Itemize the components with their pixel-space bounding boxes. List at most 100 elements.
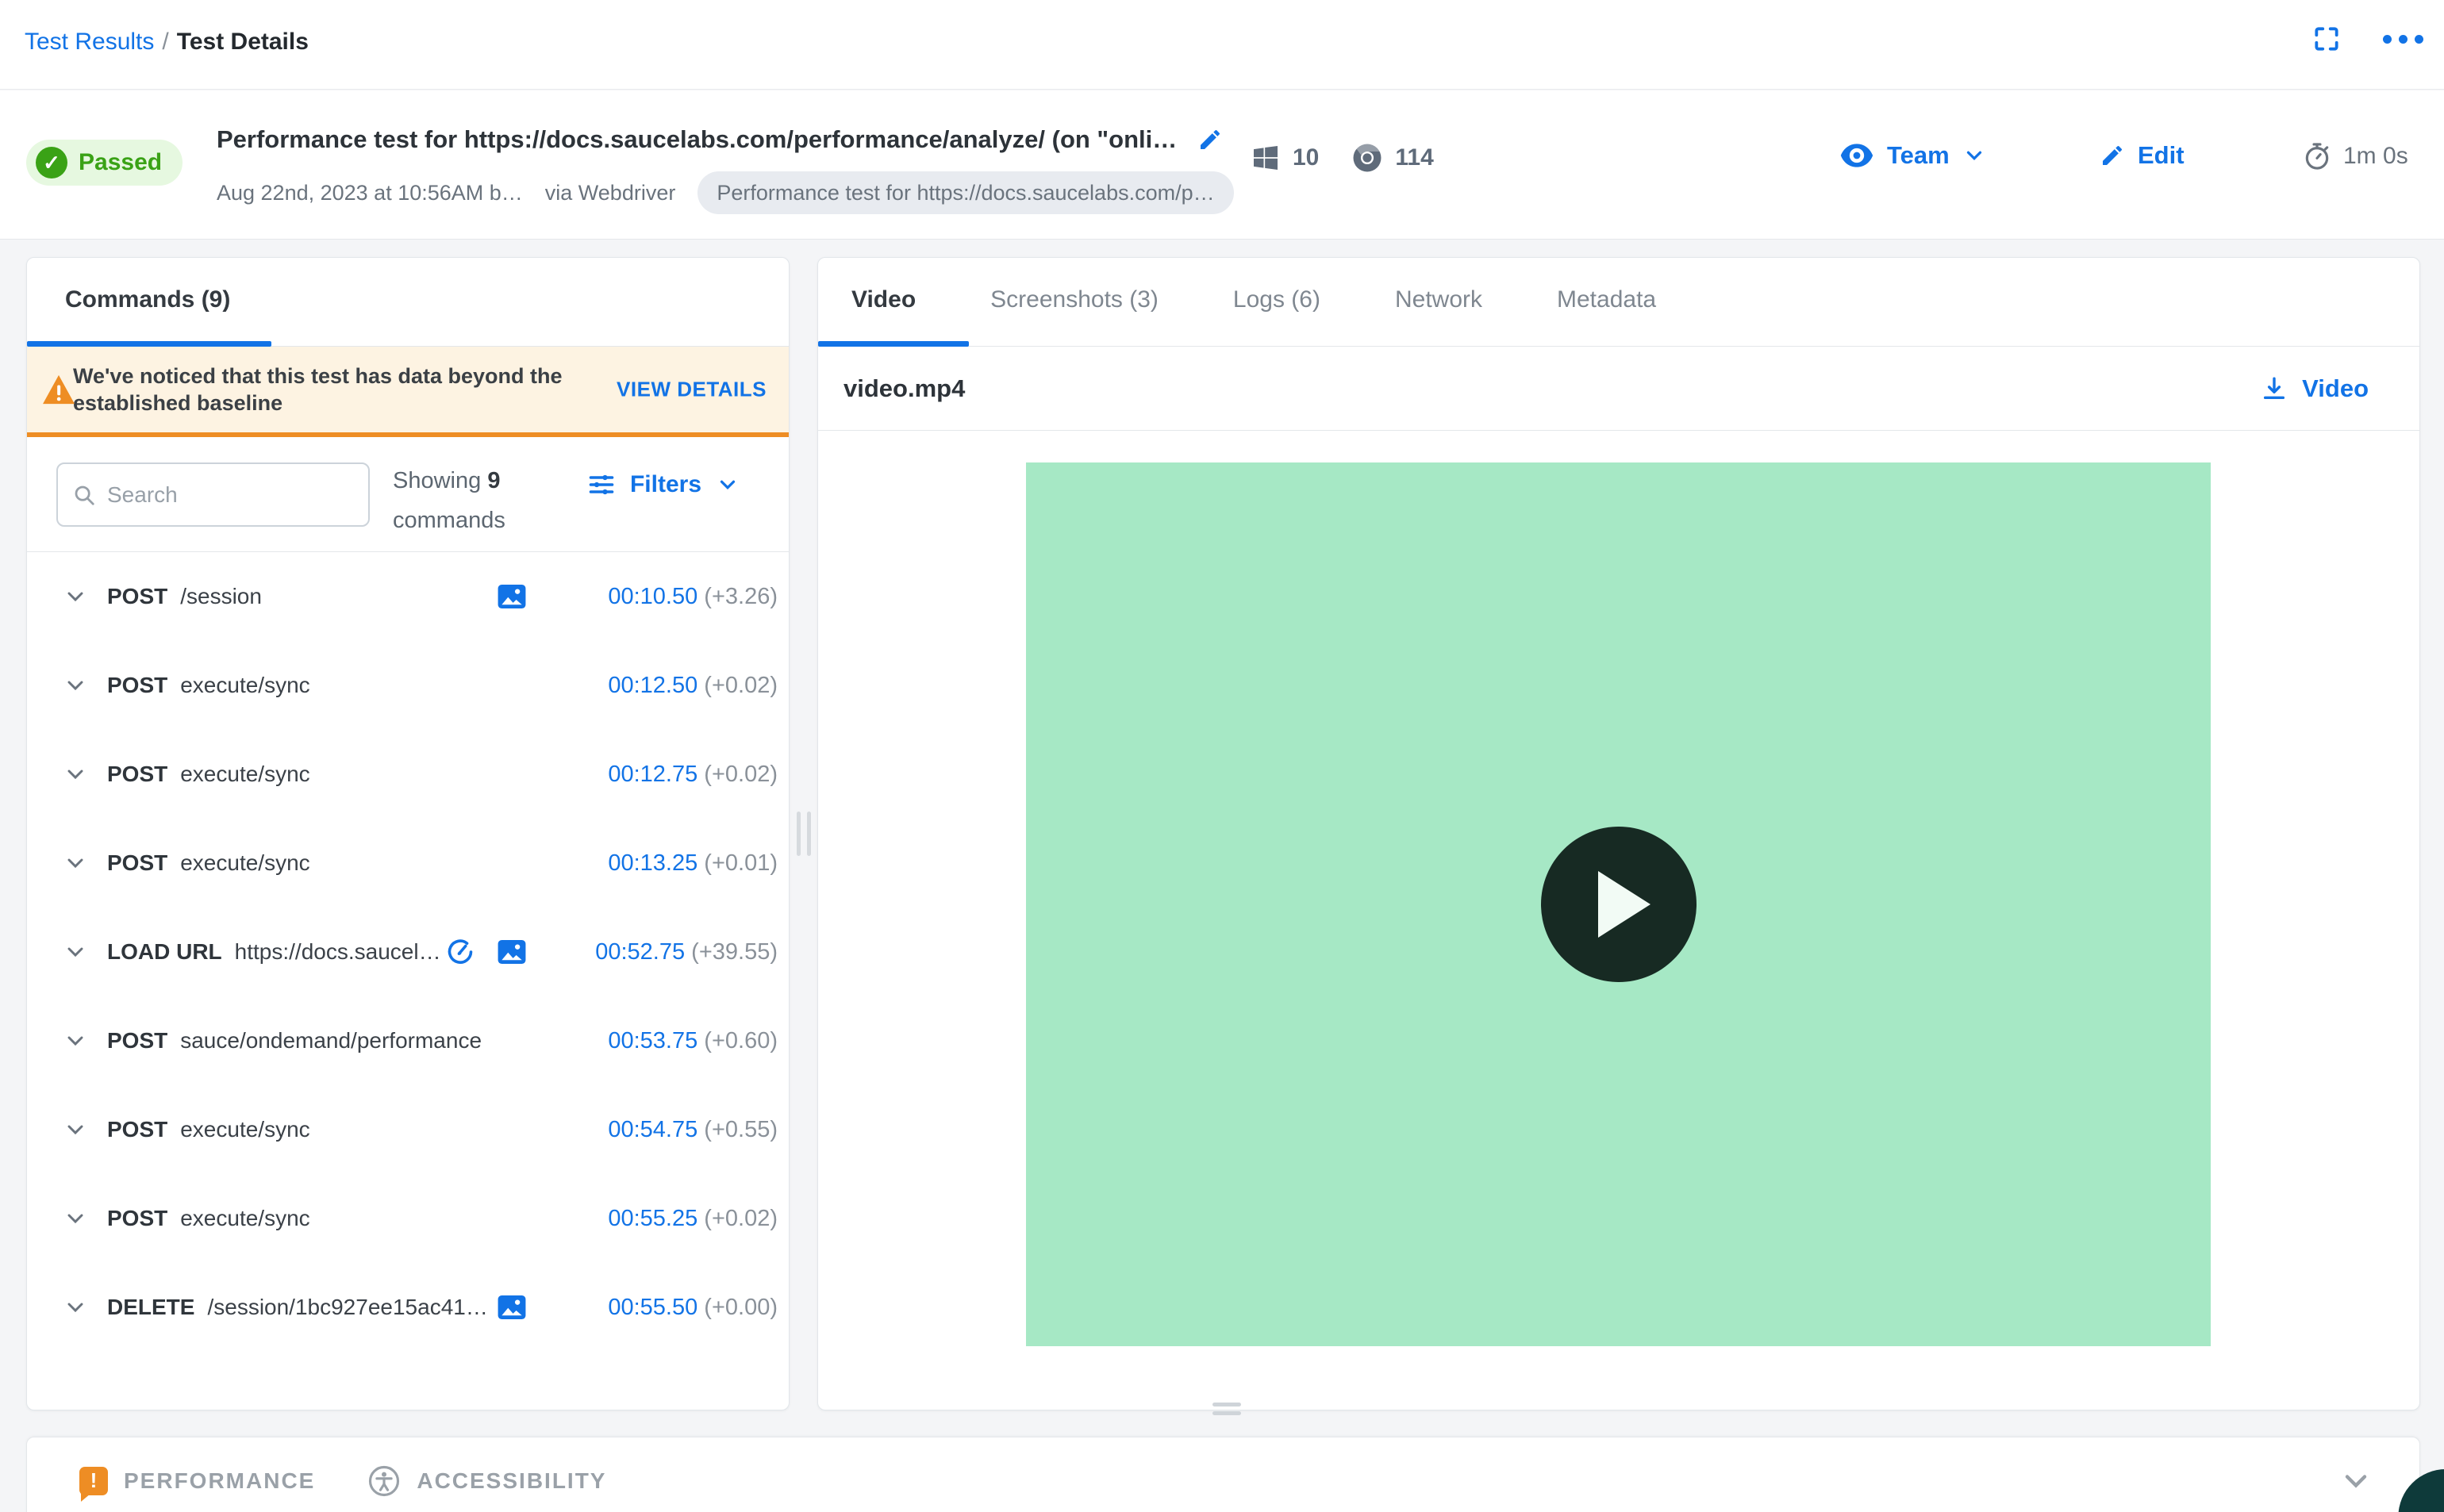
panel-splitter-vertical[interactable] bbox=[790, 257, 817, 1410]
command-time: 00:12.75 bbox=[608, 761, 705, 787]
command-list: POST /session 00:10.50 (+3.26) POST exec… bbox=[27, 552, 789, 1352]
command-method: POST bbox=[107, 673, 168, 697]
fullscreen-icon bbox=[2311, 24, 2342, 54]
edit-test-button[interactable]: Edit bbox=[2100, 141, 2185, 170]
edit-title-button[interactable] bbox=[1197, 127, 1223, 152]
command-path: sauce/ondemand/performance bbox=[180, 1028, 482, 1053]
status-label: Passed bbox=[79, 149, 163, 175]
command-method: DELETE bbox=[107, 1295, 195, 1319]
command-method: LOAD URL bbox=[107, 939, 222, 964]
tab-video[interactable]: Video bbox=[851, 286, 916, 313]
expand-bottom-bar-button[interactable] bbox=[2338, 1464, 2373, 1499]
filters-icon bbox=[587, 470, 616, 499]
command-path: /session/1bc927ee15ac4157a… bbox=[207, 1295, 497, 1319]
command-time: 00:13.25 bbox=[608, 850, 705, 876]
command-time: 00:54.75 bbox=[608, 1116, 705, 1142]
pencil-icon bbox=[2100, 143, 2125, 168]
video-frame[interactable] bbox=[1026, 462, 2211, 1346]
breadcrumb-separator: / bbox=[162, 29, 169, 55]
browser-version: 114 bbox=[1395, 144, 1434, 171]
tab-logs-6[interactable]: Logs (6) bbox=[1233, 286, 1320, 313]
stopwatch-icon bbox=[2302, 141, 2332, 171]
chrome-icon bbox=[1351, 141, 1384, 175]
test-tag-pill: Performance test for https://docs.saucel… bbox=[697, 171, 1234, 214]
command-time: 00:52.75 bbox=[595, 938, 692, 965]
command-row[interactable]: LOAD URL https://docs.saucelab… 00:52.75… bbox=[27, 908, 789, 996]
bottom-bar: ! PERFORMANCE ACCESSIBILITY bbox=[26, 1437, 2420, 1512]
tab-metadata[interactable]: Metadata bbox=[1557, 286, 1656, 313]
panel-splitter-horizontal[interactable] bbox=[1212, 1403, 1241, 1415]
tab-commands[interactable]: Commands (9) bbox=[65, 286, 230, 313]
duration-value: 1m 0s bbox=[2343, 143, 2408, 169]
performance-section-toggle[interactable]: ! PERFORMANCE bbox=[79, 1466, 315, 1502]
filters-button[interactable]: Filters bbox=[587, 470, 740, 499]
command-time: 00:12.50 bbox=[608, 672, 705, 698]
pencil-icon bbox=[1197, 127, 1223, 152]
command-path: execute/sync bbox=[180, 850, 310, 875]
accessibility-section-toggle[interactable]: ACCESSIBILITY bbox=[367, 1464, 606, 1498]
command-method: POST bbox=[107, 762, 168, 786]
tab-screenshots-3[interactable]: Screenshots (3) bbox=[990, 286, 1159, 313]
chevron-down-icon bbox=[63, 850, 88, 876]
team-visibility-button[interactable]: Team bbox=[1839, 141, 1986, 170]
view-details-button[interactable]: VIEW DETAILS bbox=[617, 378, 767, 402]
edit-label: Edit bbox=[2138, 141, 2185, 169]
test-via: via Webdriver bbox=[544, 180, 676, 205]
command-time-delta: (+0.01) bbox=[704, 850, 778, 876]
command-search-row: Showing 9 commands Filters bbox=[27, 437, 789, 552]
breadcrumb-current: Test Details bbox=[176, 29, 309, 55]
ellipsis-icon bbox=[2383, 34, 2423, 44]
command-row[interactable]: POST execute/sync bbox=[27, 1174, 789, 1263]
tab-network[interactable]: Network bbox=[1395, 286, 1482, 313]
active-tab-indicator bbox=[27, 341, 271, 347]
command-time: 00:53.75 bbox=[608, 1027, 705, 1053]
command-path: https://docs.saucelab… bbox=[234, 939, 446, 964]
command-row[interactable]: POST execute/sync bbox=[27, 819, 789, 908]
chevron-down-icon bbox=[63, 939, 88, 965]
commands-tab-row: Commands (9) bbox=[27, 258, 789, 347]
command-time: 00:55.50 bbox=[608, 1294, 705, 1320]
command-time-delta: (+0.02) bbox=[704, 1205, 778, 1231]
screenshot-icon bbox=[497, 583, 527, 610]
command-time-delta: (+3.26) bbox=[704, 583, 778, 609]
assets-tab-row: Video Screenshots (3) Logs (6) Network M… bbox=[818, 258, 2419, 347]
chevron-down-icon bbox=[63, 1295, 88, 1320]
fullscreen-button[interactable] bbox=[2311, 24, 2342, 54]
baseline-warning-banner: We've noticed that this test has data be… bbox=[27, 347, 789, 437]
command-method: POST bbox=[107, 1117, 168, 1142]
chevron-down-icon bbox=[63, 1117, 88, 1142]
status-badge: ✓ Passed bbox=[26, 140, 183, 186]
breadcrumb: Test Results / Test Details bbox=[25, 29, 309, 56]
breadcrumb-test-results-link[interactable]: Test Results bbox=[25, 29, 154, 55]
command-row[interactable]: POST /session 00:10.50 (+3.26) bbox=[27, 552, 789, 641]
play-icon bbox=[1597, 871, 1650, 938]
video-file-row: video.mp4 Video bbox=[818, 347, 2419, 431]
more-options-button[interactable] bbox=[2383, 34, 2423, 44]
command-method: POST bbox=[107, 1028, 168, 1053]
command-time-delta: (+0.02) bbox=[704, 672, 778, 698]
windows-icon bbox=[1250, 142, 1282, 174]
test-header: ✓ Passed Performance test for https://do… bbox=[0, 90, 2444, 240]
warning-text: We've noticed that this test has data be… bbox=[73, 364, 563, 415]
command-row[interactable]: POST sauce/ondemand/performance 00:53.75… bbox=[27, 996, 789, 1085]
command-row[interactable]: POST execute/sync bbox=[27, 641, 789, 730]
download-video-button[interactable]: Video bbox=[2261, 374, 2369, 403]
search-field[interactable] bbox=[56, 462, 370, 527]
command-time: 00:10.50 bbox=[608, 583, 705, 609]
command-path: execute/sync bbox=[180, 1206, 310, 1230]
play-button[interactable] bbox=[1540, 827, 1697, 982]
top-bar: Test Results / Test Details bbox=[0, 0, 2444, 90]
command-method: POST bbox=[107, 584, 168, 608]
commands-panel: Commands (9) We've noticed that this tes… bbox=[26, 257, 790, 1410]
search-input[interactable] bbox=[107, 482, 354, 508]
command-row[interactable]: POST execute/sync bbox=[27, 1085, 789, 1174]
command-row[interactable]: DELETE /session/1bc927ee15ac4157a… 00:55… bbox=[27, 1263, 789, 1352]
command-time-delta: (+0.55) bbox=[704, 1116, 778, 1142]
accessibility-icon bbox=[367, 1464, 401, 1498]
check-circle-icon: ✓ bbox=[36, 147, 67, 178]
performance-alert-icon: ! bbox=[79, 1466, 108, 1502]
eye-icon bbox=[1839, 142, 1874, 169]
download-icon bbox=[2261, 375, 2288, 402]
chevron-down-icon bbox=[1962, 144, 1986, 167]
command-row[interactable]: POST execute/sync bbox=[27, 730, 789, 819]
